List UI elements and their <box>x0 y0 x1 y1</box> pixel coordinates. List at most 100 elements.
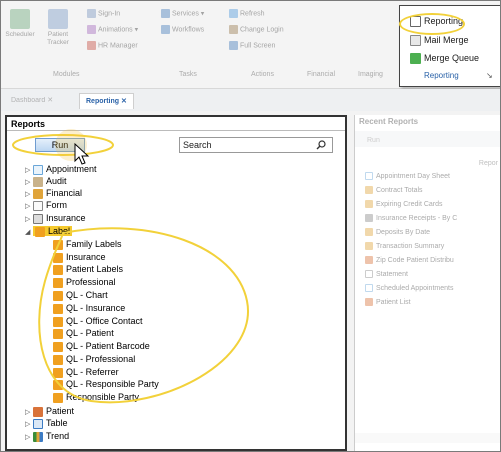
tree-item-patient-labels[interactable]: Patient Labels <box>53 264 123 275</box>
expand-arrow-icon[interactable]: ▷ <box>25 165 33 176</box>
expand-arrow-icon[interactable]: ▷ <box>25 214 33 225</box>
recent-item[interactable]: Patient List <box>365 298 411 306</box>
tree-folder-financial[interactable]: ▷ Financial <box>25 188 82 200</box>
recent-item[interactable]: Contract Totals <box>365 186 423 194</box>
label-icon <box>53 316 63 327</box>
tree-folder-trend[interactable]: ▷ Trend <box>25 431 69 443</box>
label-icon <box>53 239 63 250</box>
tree-item-ql-professional[interactable]: QL - Professional <box>53 354 135 365</box>
financial-icon <box>365 242 373 250</box>
services-button[interactable]: Services ▾ <box>161 9 204 18</box>
tree-folder-audit[interactable]: ▷ Audit <box>25 176 67 188</box>
change-login-icon <box>229 25 238 34</box>
label-icon <box>53 290 63 301</box>
scheduler-button[interactable]: Scheduler <box>5 9 35 39</box>
tree-item-ql-insurance[interactable]: QL - Insurance <box>53 303 125 314</box>
tab-bar: Dashboard ✕ Reporting ✕ <box>1 89 500 111</box>
hr-manager-icon <box>87 41 96 50</box>
tab-dashboard[interactable]: Dashboard ✕ <box>5 93 59 109</box>
recent-reports-pane: Recent Reports Run Repor Appointment Day… <box>354 115 500 451</box>
appointment-icon <box>365 172 373 180</box>
tree-folder-appointment[interactable]: ▷ Appointment <box>25 164 97 176</box>
animations-button[interactable]: Animations ▾ <box>87 25 138 34</box>
label-icon <box>53 264 63 275</box>
label-icon <box>53 277 63 288</box>
expand-arrow-icon[interactable]: ▷ <box>25 407 33 418</box>
recent-item[interactable]: Zip Code Patient Distribu <box>365 256 454 264</box>
tree-folder-table[interactable]: ▷ Table <box>25 418 68 430</box>
change-login-button[interactable]: Change Login <box>229 25 284 34</box>
recent-item[interactable]: Insurance Receipts - By C <box>365 214 457 222</box>
recent-item[interactable]: Transaction Summary <box>365 242 444 250</box>
financial-icon <box>365 186 373 194</box>
tree-item-ql-chart[interactable]: QL - Chart <box>53 290 108 301</box>
full-screen-icon <box>229 41 238 50</box>
expand-arrow-icon[interactable]: ▷ <box>25 177 33 188</box>
patient-icon <box>365 256 373 264</box>
recent-item[interactable]: Statement <box>365 270 408 278</box>
tree-item-ql-responsible-party[interactable]: QL - Responsible Party <box>53 379 159 390</box>
label-icon <box>35 226 45 237</box>
recent-run-button[interactable]: Run <box>367 137 380 144</box>
label-icon <box>53 354 63 365</box>
expand-arrow-icon[interactable]: ▷ <box>25 189 33 200</box>
mail-merge-button[interactable]: Mail Merge <box>410 35 469 47</box>
expand-arrow-icon[interactable]: ▷ <box>25 419 33 430</box>
run-button[interactable]: Run <box>35 138 85 152</box>
recent-reports-title: Recent Reports <box>359 117 419 126</box>
financial-icon <box>365 200 373 208</box>
full-screen-button[interactable]: Full Screen <box>229 41 275 50</box>
search-placeholder: Search <box>183 140 212 150</box>
patient-icon <box>33 406 43 417</box>
patient-tracker-icon <box>48 9 68 29</box>
horizontal-scrollbar[interactable] <box>355 433 500 443</box>
tree-item-ql-referrer[interactable]: QL - Referrer <box>53 367 119 378</box>
table-icon <box>33 418 43 429</box>
tree-folder-label[interactable]: ◢ Label <box>25 226 73 238</box>
search-input[interactable]: Search <box>179 137 333 153</box>
audit-icon <box>33 176 43 187</box>
recent-item[interactable]: Appointment Day Sheet <box>365 172 450 180</box>
tree-item-professional[interactable]: Professional <box>53 277 116 288</box>
hr-manager-button[interactable]: HR Manager <box>87 41 138 50</box>
animations-icon <box>87 25 96 34</box>
recent-item[interactable]: Scheduled Appointments <box>365 284 453 292</box>
tree-folder-patient[interactable]: ▷ Patient <box>25 406 74 418</box>
patient-tracker-button[interactable]: Patient Tracker <box>41 9 75 47</box>
recent-item[interactable]: Deposits By Date <box>365 228 430 236</box>
refresh-icon <box>229 9 238 18</box>
tree-folder-insurance[interactable]: ▷ Insurance <box>25 213 86 225</box>
group-label-actions: Actions <box>251 71 274 78</box>
column-header-report[interactable]: Repor <box>479 160 498 167</box>
insurance-icon <box>365 214 373 222</box>
merge-queue-button[interactable]: Merge Queue <box>410 53 479 65</box>
divider <box>7 130 345 131</box>
sign-in-button[interactable]: Sign-In <box>87 9 120 18</box>
tree-folder-form[interactable]: ▷ Form <box>25 200 67 212</box>
group-label-imaging: Imaging <box>358 71 383 78</box>
tree-item-insurance-label[interactable]: Insurance <box>53 252 106 263</box>
recent-item[interactable]: Expiring Credit Cards <box>365 200 443 208</box>
workflows-icon <box>161 25 170 34</box>
appointment-icon <box>33 164 43 175</box>
expand-arrow-icon[interactable]: ▷ <box>25 432 33 443</box>
tree-item-responsible-party[interactable]: Responsible Party <box>53 392 139 403</box>
tab-reporting[interactable]: Reporting ✕ <box>79 93 134 109</box>
collapse-arrow-icon[interactable]: ◢ <box>25 227 33 238</box>
sign-in-icon <box>87 9 96 18</box>
expand-arrow-icon[interactable]: ▷ <box>25 201 33 212</box>
label-icon <box>53 303 63 314</box>
mail-merge-icon <box>410 35 421 47</box>
appointment-icon <box>365 284 373 292</box>
workflows-button[interactable]: Workflows <box>161 25 204 34</box>
patient-icon <box>365 298 373 306</box>
tree-item-ql-patient-barcode[interactable]: QL - Patient Barcode <box>53 341 150 352</box>
financial-icon <box>365 228 373 236</box>
form-icon <box>365 270 373 278</box>
tree-item-ql-office-contact[interactable]: QL - Office Contact <box>53 316 143 327</box>
refresh-button[interactable]: Refresh <box>229 9 265 18</box>
label-icon <box>53 252 63 263</box>
tree-item-family-labels[interactable]: Family Labels <box>53 239 122 250</box>
tree-item-ql-patient[interactable]: QL - Patient <box>53 328 114 339</box>
dialog-launcher-icon[interactable]: ↘ <box>486 71 493 80</box>
